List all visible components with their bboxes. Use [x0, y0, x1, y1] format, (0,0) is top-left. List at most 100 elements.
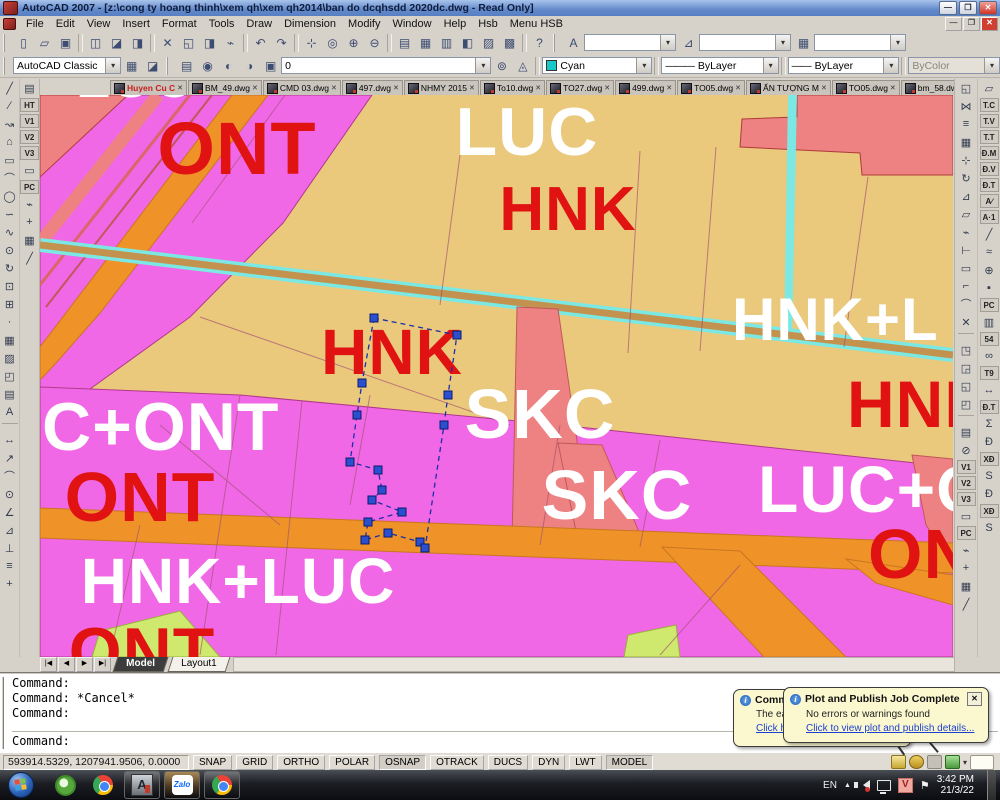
grip-handle[interactable]	[384, 529, 392, 537]
layout-nav-icon[interactable]: ▶	[76, 657, 93, 672]
close-tab-icon[interactable]: ✕	[735, 84, 741, 92]
grip-handle[interactable]	[353, 411, 361, 419]
close-tab-icon[interactable]: ✕	[469, 84, 475, 92]
grip-handle[interactable]	[444, 391, 452, 399]
menu-menu-hsb[interactable]: Menu HSB	[504, 17, 569, 31]
tool-palettes-icon[interactable]: ▥	[436, 33, 457, 52]
toolbar-grip[interactable]	[3, 34, 10, 52]
grip-handle[interactable]	[378, 486, 386, 494]
taskbar-chrome-icon[interactable]	[86, 772, 120, 798]
layer-freeze-icon[interactable]: ◐	[218, 56, 239, 75]
tool-button[interactable]: ▤	[1, 385, 19, 403]
chevron-down-icon[interactable]: ▾	[475, 58, 490, 73]
layer-bulb-icon[interactable]: ◉	[197, 56, 218, 75]
layer-previous-icon[interactable]: ◬	[512, 56, 533, 75]
vietkey-icon[interactable]: V	[898, 778, 913, 793]
table-style-combo[interactable]: ▾	[814, 34, 906, 51]
tool-button[interactable]: ⌒	[1, 467, 19, 485]
tool-button[interactable]: A	[1, 403, 19, 421]
zoom-window-icon[interactable]: ⊕	[343, 33, 364, 52]
tool-button[interactable]: ↔	[980, 381, 998, 399]
tool-button[interactable]: XĐ	[980, 452, 999, 466]
redo-icon[interactable]: ↷	[271, 33, 292, 52]
tool-button[interactable]: ▭	[957, 259, 975, 277]
menu-file[interactable]: File	[20, 17, 50, 31]
volume-icon[interactable]	[858, 780, 870, 790]
tool-button[interactable]: ▦	[1, 331, 19, 349]
tool-button[interactable]: ⌒	[957, 295, 975, 313]
clean-screen-button[interactable]	[970, 755, 994, 770]
toggle-snap[interactable]: SNAP	[193, 755, 232, 770]
maximize-button[interactable]: ❐	[959, 1, 977, 15]
language-indicator[interactable]: EN	[823, 780, 837, 791]
layout-nav-icon[interactable]: |◀	[40, 657, 57, 672]
taskbar-coccoc-icon[interactable]	[48, 772, 82, 798]
tool-button[interactable]: V3	[20, 146, 39, 160]
tool-button[interactable]: ⌂	[1, 133, 19, 151]
drawing-canvas[interactable]: LUCONTLUCHNKHNK+LHNKHNKSKCC+ONTONTSKCLUC…	[40, 95, 953, 657]
toggle-grid[interactable]: GRID	[236, 755, 273, 770]
tool-button[interactable]: T.C	[980, 98, 999, 112]
mdi-minimize-button[interactable]: —	[945, 17, 962, 31]
publish-icon[interactable]: ◨	[127, 33, 148, 52]
tool-button[interactable]: ▭	[21, 161, 39, 179]
tab-model[interactable]: Model	[113, 657, 169, 672]
tool-button[interactable]: ◱	[957, 79, 975, 97]
tool-button[interactable]: ⊙	[1, 485, 19, 503]
tool-button[interactable]: ⊡	[1, 277, 19, 295]
flag-icon[interactable]: ⚑	[920, 779, 930, 792]
open-icon[interactable]: ▱	[34, 33, 55, 52]
menu-window[interactable]: Window	[386, 17, 437, 31]
tool-button[interactable]: ✕	[957, 313, 975, 331]
tool-button[interactable]: V1	[20, 114, 39, 128]
tool-button[interactable]: ▤	[957, 423, 975, 441]
tool-button[interactable]: ▱	[957, 205, 975, 223]
tool-button[interactable]: ▦	[957, 133, 975, 151]
toggle-ducs[interactable]: DUCS	[488, 755, 528, 770]
tool-button[interactable]: ↗	[1, 449, 19, 467]
undo-icon[interactable]: ↶	[250, 33, 271, 52]
markup-icon[interactable]: ▨	[478, 33, 499, 52]
tool-button[interactable]: ⊘	[957, 441, 975, 459]
toolbar-lock-icon[interactable]	[909, 755, 924, 769]
tool-button[interactable]: ◰	[957, 395, 975, 413]
command-window-grip[interactable]	[2, 677, 9, 749]
layout-nav-icon[interactable]: ▶|	[94, 657, 111, 672]
close-tab-icon[interactable]: ✕	[393, 84, 399, 92]
menu-insert[interactable]: Insert	[116, 17, 156, 31]
network-icon[interactable]	[877, 780, 891, 791]
zoom-realtime-icon[interactable]: ◎	[322, 33, 343, 52]
tool-button[interactable]: ⌁	[21, 195, 39, 213]
tool-button[interactable]: Đ.T	[980, 400, 999, 414]
dim-style-icon[interactable]: ⊿	[678, 33, 699, 52]
tool-button[interactable]: ╱	[980, 225, 998, 243]
sheetset-icon[interactable]: ◧	[457, 33, 478, 52]
minimize-button[interactable]: —	[939, 1, 957, 15]
tool-button[interactable]: Đ	[980, 485, 998, 503]
tool-button[interactable]: HT	[20, 98, 39, 112]
tray-expand-icon[interactable]: ▲	[844, 782, 851, 789]
close-tab-icon[interactable]: ✕	[331, 84, 337, 92]
taskbar-zalo-button[interactable]: Zalo	[164, 771, 200, 799]
tool-button[interactable]: V3	[957, 492, 976, 506]
zoom-previous-icon[interactable]: ⊖	[364, 33, 385, 52]
tool-button[interactable]: ⊿	[1, 521, 19, 539]
tool-button[interactable]: ╱	[21, 249, 39, 267]
plot-preview-icon[interactable]: ◪	[106, 33, 127, 52]
workspace-combo[interactable]: AutoCAD Classic ▾	[13, 57, 121, 74]
close-tab-icon[interactable]: ✕	[666, 84, 672, 92]
tool-button[interactable]: A∕	[980, 194, 999, 208]
grip-handle[interactable]	[368, 496, 376, 504]
tool-button[interactable]: ∞	[980, 347, 998, 365]
toggle-osnap[interactable]: OSNAP	[379, 755, 426, 770]
tool-button[interactable]: ◯	[1, 187, 19, 205]
close-tab-icon[interactable]: ✕	[252, 84, 258, 92]
lineweight-combo[interactable]: —— ByLayer ▾	[788, 57, 900, 74]
pan-icon[interactable]: ⊹	[301, 33, 322, 52]
toggle-dyn[interactable]: DYN	[532, 755, 565, 770]
tool-button[interactable]: Đ	[980, 433, 998, 451]
cut-icon[interactable]: ✕	[157, 33, 178, 52]
tool-button[interactable]: XĐ	[980, 504, 999, 518]
make-current-icon[interactable]: ⊚	[491, 56, 512, 75]
close-tab-icon[interactable]: ✕	[890, 84, 896, 92]
